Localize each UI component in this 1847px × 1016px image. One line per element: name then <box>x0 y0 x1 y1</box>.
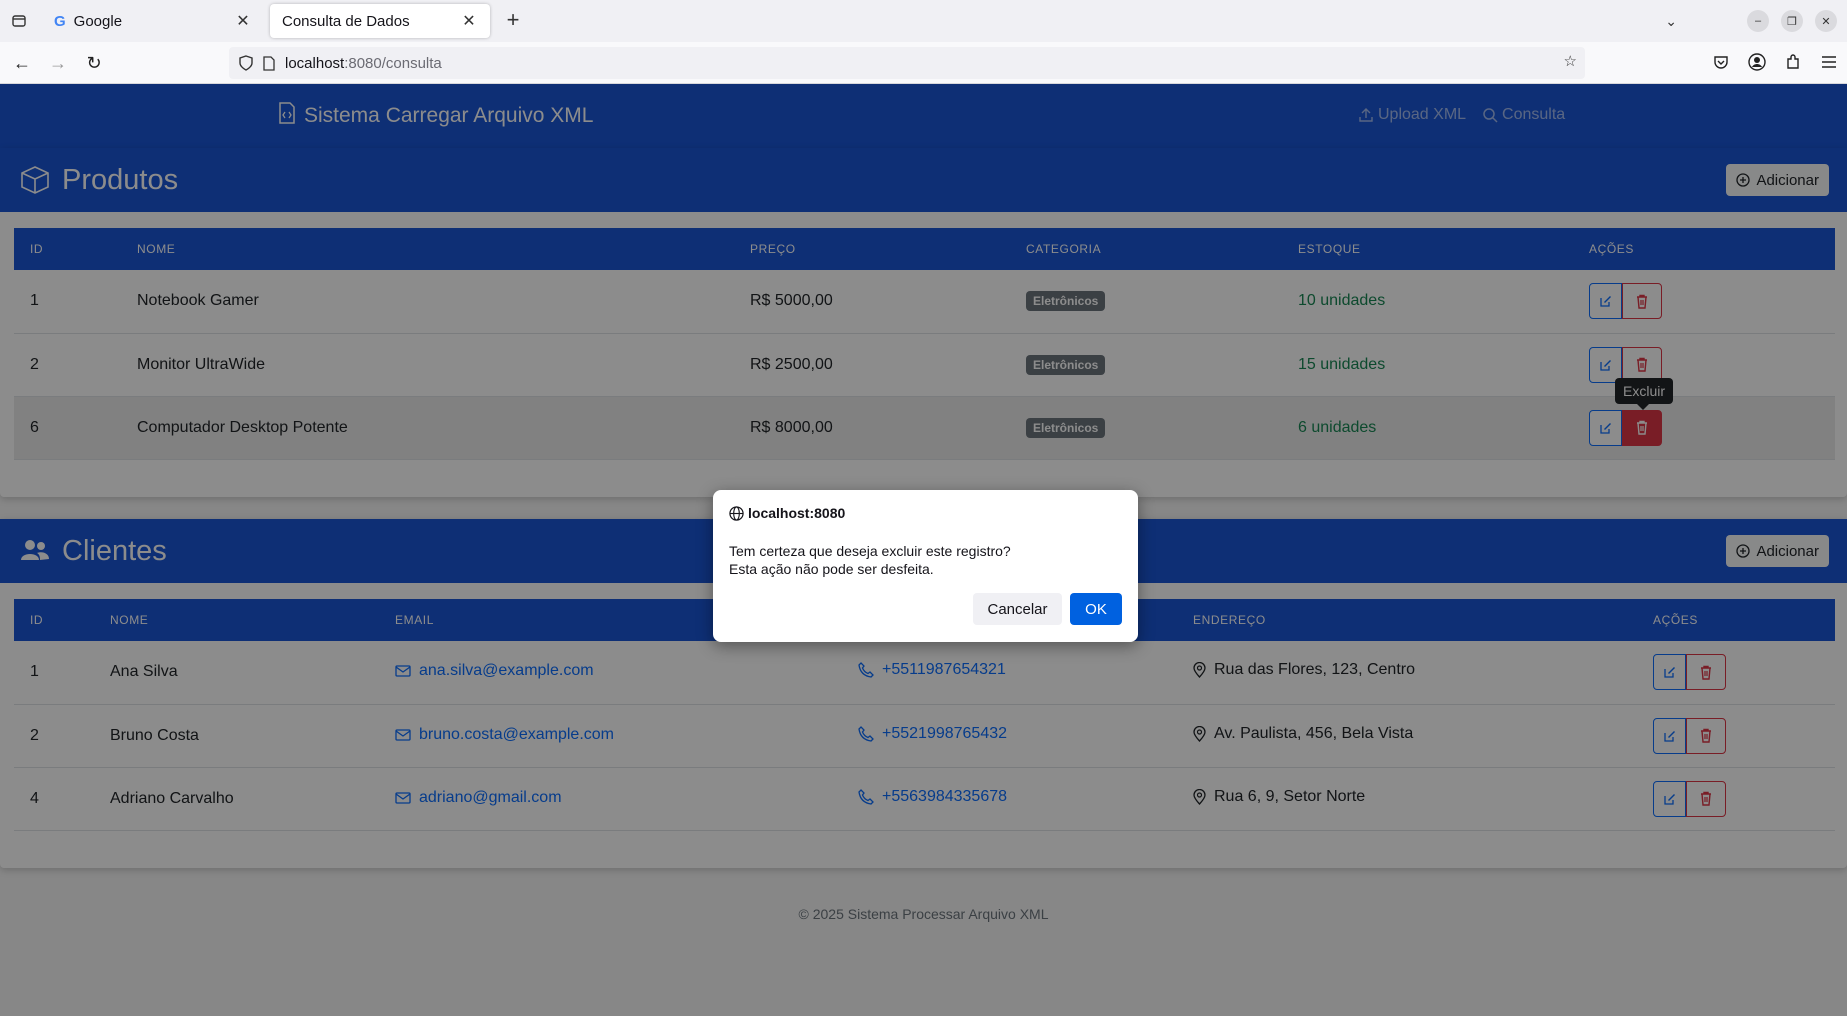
dialog-origin-text: localhost:8080 <box>748 505 846 521</box>
google-icon: G <box>54 12 66 30</box>
menu-icon[interactable] <box>1817 50 1841 74</box>
new-tab-button[interactable]: + <box>500 8 526 34</box>
account-icon[interactable] <box>1745 50 1769 74</box>
shield-icon[interactable] <box>239 55 253 71</box>
back-button[interactable]: ← <box>8 50 36 76</box>
pocket-icon[interactable] <box>1709 50 1733 74</box>
extensions-icon[interactable] <box>1781 50 1805 74</box>
url-path: :8080/consulta <box>344 54 442 72</box>
globe-icon <box>729 505 744 521</box>
browser-tab-bar: G Google ✕ Consulta de Dados ✕ + ⌄ – ❐ ✕ <box>0 0 1847 42</box>
confirm-dialog: localhost:8080 Tem certeza que deseja ex… <box>713 490 1138 642</box>
tab-title: Google <box>73 12 123 30</box>
dialog-message-line: Esta ação não pode ser desfeita. <box>729 561 934 577</box>
tab-list-icon[interactable] <box>6 8 32 34</box>
tab-title: Consulta de Dados <box>282 12 410 30</box>
ok-button[interactable]: OK <box>1070 593 1122 625</box>
browser-nav-bar: ← → ↻ localhost:8080/consulta ☆ <box>0 42 1847 84</box>
close-tab-icon[interactable]: ✕ <box>234 11 252 31</box>
bookmark-star-icon[interactable]: ☆ <box>1564 52 1577 70</box>
list-all-tabs-icon[interactable]: ⌄ <box>1665 13 1677 30</box>
browser-tab-google[interactable]: G Google ✕ <box>42 4 264 38</box>
minimize-button[interactable]: – <box>1747 10 1769 32</box>
dialog-message: Tem certeza que deseja excluir este regi… <box>729 542 1011 578</box>
cancel-button[interactable]: Cancelar <box>973 593 1062 625</box>
reload-button[interactable]: ↻ <box>80 50 108 76</box>
dialog-origin: localhost:8080 <box>729 505 845 521</box>
address-bar[interactable]: localhost:8080/consulta ☆ <box>229 47 1585 79</box>
close-window-button[interactable]: ✕ <box>1815 10 1837 32</box>
restore-button[interactable]: ❐ <box>1781 10 1803 32</box>
browser-tab-consulta[interactable]: Consulta de Dados ✕ <box>270 4 490 38</box>
dialog-message-line: Tem certeza que deseja excluir este regi… <box>729 543 1011 559</box>
url-host: localhost <box>285 54 345 72</box>
close-tab-icon[interactable]: ✕ <box>460 11 478 31</box>
page-icon[interactable] <box>263 55 275 71</box>
forward-button[interactable]: → <box>44 50 72 76</box>
